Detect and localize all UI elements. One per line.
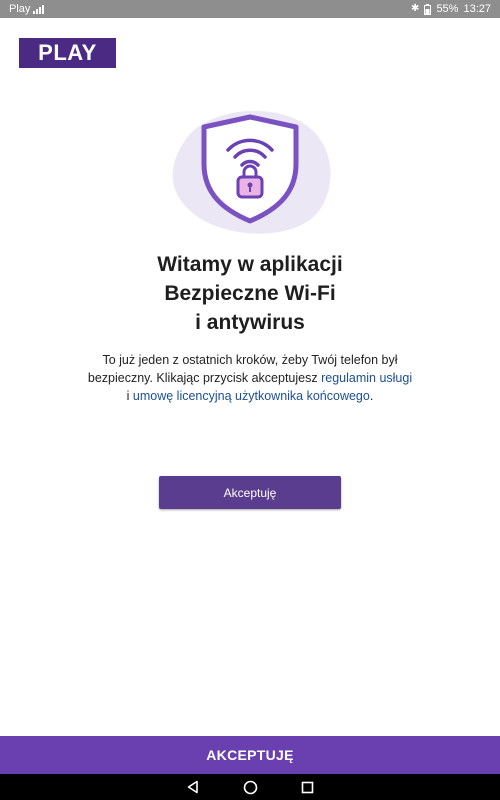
recents-button[interactable]	[299, 779, 315, 795]
status-right: ✱ 55% 13:27	[411, 3, 491, 15]
desc-line-3: i umowę licencyjną użytkownika końcowego…	[0, 387, 500, 405]
clock: 13:27	[463, 3, 491, 15]
terms-link[interactable]: regulamin usługi	[321, 371, 412, 385]
status-left: Play	[9, 3, 47, 15]
bluetooth-icon: ✱	[411, 3, 420, 14]
welcome-line-3: i antywirus	[195, 311, 305, 334]
logo-text: PLAY	[38, 40, 97, 65]
home-button[interactable]	[242, 779, 258, 795]
back-icon	[187, 780, 198, 794]
back-button[interactable]	[185, 779, 201, 795]
eula-link[interactable]: umowę licencyjną użytkownika końcowego	[133, 389, 370, 403]
welcome-line-2: Bezpieczne Wi-Fi	[164, 282, 336, 305]
navigation-bar	[0, 774, 500, 800]
battery-percent: 55%	[436, 3, 459, 15]
accept-bottom-label: AKCEPTUJĘ	[206, 747, 294, 763]
signal-icon	[33, 5, 45, 14]
play-logo: PLAY	[19, 38, 116, 68]
accept-button[interactable]: Akceptuję	[159, 476, 341, 509]
desc-line-2: bezpieczny. Klikając przycisk akceptujes…	[0, 369, 500, 387]
battery-icon	[424, 3, 432, 15]
accept-bottom-button[interactable]: AKCEPTUJĘ	[0, 736, 500, 774]
status-bar: Play ✱ 55% 13:27	[0, 0, 500, 18]
recents-icon	[301, 781, 313, 793]
welcome-line-1: Witamy w aplikacji	[157, 253, 343, 276]
welcome-title: Witamy w aplikacji Bezpieczne Wi-Fi i an…	[0, 250, 500, 337]
desc-line-1: To już jeden z ostatnich kroków, żeby Tw…	[102, 353, 398, 367]
description-text: To już jeden z ostatnich kroków, żeby Tw…	[0, 351, 500, 405]
home-icon	[243, 780, 257, 794]
desc-text-2: bezpieczny. Klikając przycisk akceptujes…	[87, 371, 322, 385]
desc-text-4: .	[369, 389, 374, 403]
carrier-label: Play	[9, 3, 31, 15]
wifi-padlock-shield-icon	[172, 110, 331, 234]
